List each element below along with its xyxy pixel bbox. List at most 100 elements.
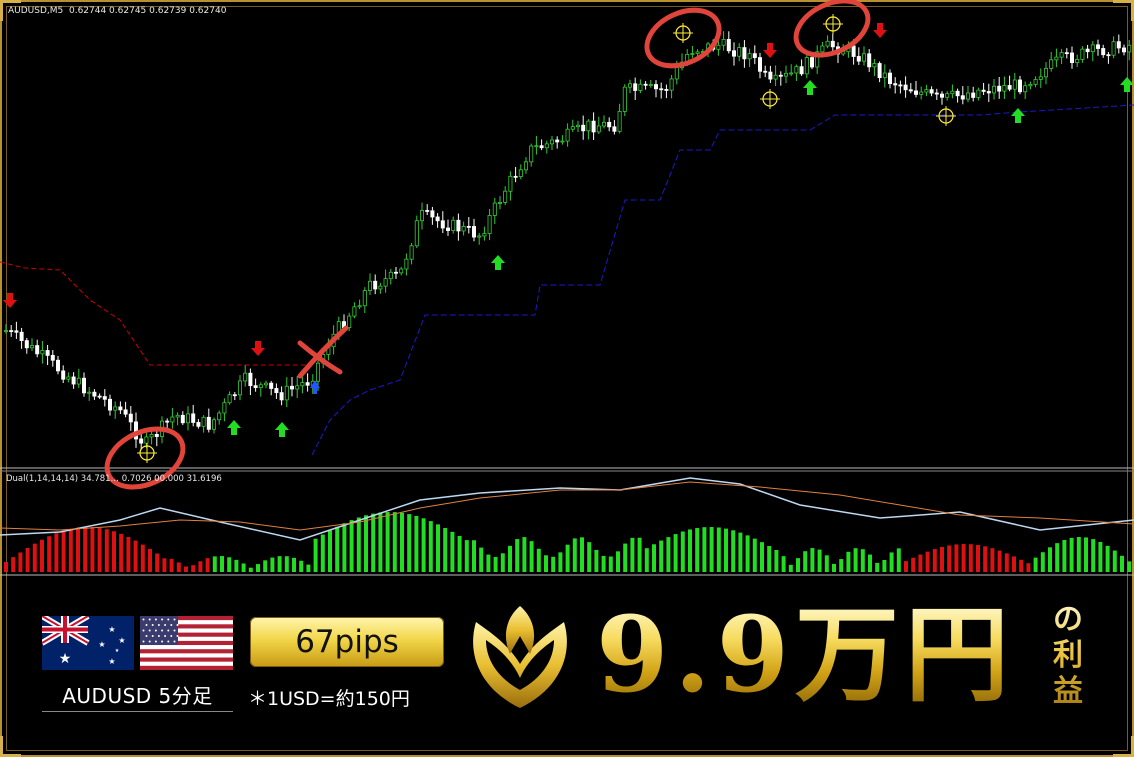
candle-body xyxy=(383,278,388,287)
exchange-rate-note: ＊1USD=約150円 xyxy=(248,688,410,710)
flag-star xyxy=(161,629,164,632)
osc-bull-bar xyxy=(1048,547,1052,572)
candle-body xyxy=(430,210,435,218)
candle-body xyxy=(1002,85,1007,92)
osc-bear-bar xyxy=(947,545,952,572)
candle-body xyxy=(102,396,107,400)
flag-star xyxy=(154,629,157,632)
candle-body xyxy=(758,57,763,72)
candle-body xyxy=(419,210,424,222)
candle-body xyxy=(602,121,607,127)
osc-bull-bar xyxy=(738,532,743,572)
brand-logo-icon xyxy=(473,606,567,708)
candle-body xyxy=(908,89,913,92)
candle-body xyxy=(721,39,726,46)
candle-body xyxy=(482,233,487,237)
osc-bull-bar xyxy=(536,548,541,572)
flag-star xyxy=(161,640,164,643)
flag-star xyxy=(167,618,170,621)
osc-bull-bar xyxy=(695,528,700,572)
osc-bull-bar xyxy=(284,556,289,572)
osc-bull-bar xyxy=(378,512,383,572)
candle-body xyxy=(607,121,612,128)
candle-body xyxy=(986,91,991,94)
candle-body xyxy=(560,140,565,143)
osc-bull-bar xyxy=(500,553,505,572)
osc-bull-bar xyxy=(1098,541,1103,572)
candle-body xyxy=(529,145,534,163)
buy-arrow-icon xyxy=(491,255,505,270)
candle-body xyxy=(315,362,320,382)
osc-bear-bar xyxy=(983,546,988,572)
osc-bull-bar xyxy=(1040,552,1045,572)
highlight-circle xyxy=(104,426,186,490)
candle-body xyxy=(217,412,222,421)
osc-bull-bar xyxy=(875,562,880,572)
osc-bear-bar xyxy=(32,543,37,572)
candle-body xyxy=(393,271,398,274)
candle-body xyxy=(539,145,544,149)
candle-body xyxy=(508,175,513,192)
osc-bull-bar xyxy=(320,534,325,572)
candle-body xyxy=(456,219,461,232)
osc-bear-bar xyxy=(918,554,923,572)
osc-bull-bar xyxy=(551,556,556,572)
candle-body xyxy=(451,219,456,231)
candle-body xyxy=(211,419,216,430)
osc-bull-bar xyxy=(1084,537,1088,572)
candle-body xyxy=(237,380,242,396)
flag-star xyxy=(173,629,176,632)
candle-body xyxy=(19,331,24,342)
candle-body xyxy=(243,372,248,382)
candle-body xyxy=(659,88,664,91)
osc-bull-bar xyxy=(529,541,534,572)
osc-bull-bar xyxy=(428,521,433,572)
osc-bull-bar xyxy=(803,551,808,572)
osc-bull-bar xyxy=(832,563,836,572)
osc-bull-bar xyxy=(400,512,404,572)
osc-bull-bar xyxy=(637,537,642,572)
candle-body xyxy=(440,220,445,229)
candle-body xyxy=(591,120,596,133)
candle-body xyxy=(14,330,19,333)
candle-body xyxy=(227,394,232,404)
osc-bull-bar xyxy=(1076,537,1081,572)
osc-bull-bar xyxy=(882,560,887,572)
candle-body xyxy=(1070,52,1075,64)
candle-body xyxy=(513,175,518,178)
osc-bear-bar xyxy=(126,536,131,572)
flag-star xyxy=(167,640,170,643)
osc-bull-bar xyxy=(1069,537,1074,572)
osc-bull-bar xyxy=(752,538,757,572)
osc-bull-bar xyxy=(328,530,332,572)
candle-body xyxy=(638,83,643,91)
candle-body xyxy=(123,409,128,415)
osc-bull-bar xyxy=(774,549,779,572)
osc-bull-bar xyxy=(760,542,764,572)
candle-body xyxy=(914,90,919,95)
osc-bull-bar xyxy=(443,527,448,572)
candle-body xyxy=(628,83,633,88)
sell-arrow-icon xyxy=(763,43,777,58)
osc-bull-bar xyxy=(666,537,671,572)
price-chart[interactable] xyxy=(0,0,1134,578)
candle-body xyxy=(851,45,856,57)
buy-arrow-icon xyxy=(227,420,241,435)
osc-bull-bar xyxy=(342,523,347,572)
candle-body xyxy=(789,72,794,75)
candle-body xyxy=(76,377,81,385)
osc-bear-bar xyxy=(140,544,145,572)
osc-bear-bar xyxy=(25,547,30,572)
osc-bear-bar xyxy=(54,533,59,572)
candle-body xyxy=(940,93,945,98)
osc-bear-bar xyxy=(990,548,995,572)
candle-body xyxy=(352,306,357,317)
candle-body xyxy=(1106,54,1111,57)
osc-bull-bar xyxy=(277,556,282,572)
candle-body xyxy=(945,93,950,98)
osc-bear-bar xyxy=(169,559,174,572)
osc-bull-bar xyxy=(572,538,577,572)
candle-body xyxy=(29,345,34,349)
candle-body xyxy=(118,406,123,411)
buy-arrow-icon xyxy=(803,80,817,95)
